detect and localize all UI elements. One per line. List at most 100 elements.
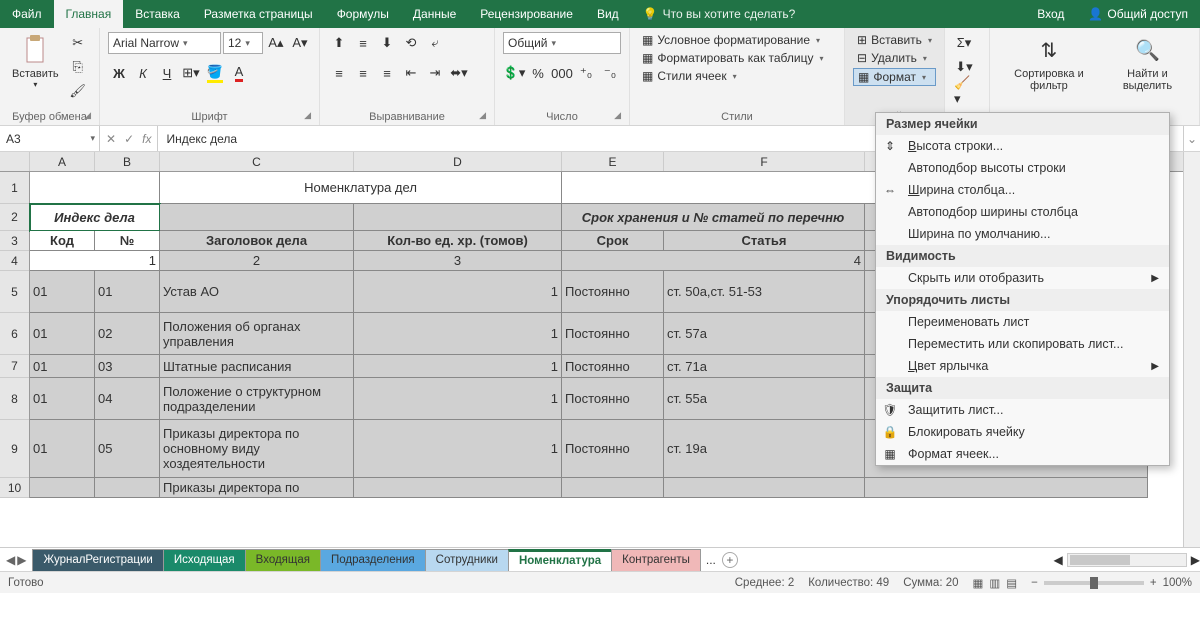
view-pagebreak-button[interactable]: ▤ bbox=[1006, 576, 1017, 590]
cell[interactable] bbox=[354, 478, 562, 498]
italic-button[interactable]: К bbox=[132, 62, 154, 84]
autosum-button[interactable]: Σ▾ bbox=[953, 32, 975, 54]
col-header[interactable]: D bbox=[354, 152, 562, 171]
menu-tab-color[interactable]: Цвет ярлычка▶ bbox=[876, 355, 1169, 377]
cell[interactable]: 1 bbox=[30, 251, 160, 271]
cell[interactable]: Приказы директора по bbox=[160, 478, 354, 498]
align-middle-button[interactable]: ≡ bbox=[352, 32, 374, 54]
hscroll-left[interactable]: ◀ bbox=[1054, 553, 1063, 567]
row-header[interactable]: 5 bbox=[0, 271, 29, 313]
cell[interactable]: Постоянно bbox=[562, 355, 664, 378]
cell[interactable]: Индекс дела bbox=[30, 204, 160, 231]
cell[interactable]: Срок хранения и № статей по перечню bbox=[562, 204, 865, 231]
signin-link[interactable]: Вход bbox=[1025, 0, 1076, 28]
cell[interactable]: Номенклатура дел bbox=[160, 172, 562, 204]
cell[interactable]: Постоянно bbox=[562, 271, 664, 313]
copy-button[interactable]: ⎘ bbox=[67, 56, 89, 78]
row-header[interactable]: 4 bbox=[0, 251, 29, 271]
launcher-icon[interactable]: ◢ bbox=[479, 110, 486, 121]
menu-format-cells[interactable]: ▦Формат ячеек... bbox=[876, 443, 1169, 465]
row-header[interactable]: 9 bbox=[0, 420, 29, 478]
orientation-button[interactable]: ⟲ bbox=[400, 32, 422, 54]
cell[interactable]: 02 bbox=[95, 313, 160, 355]
dec-decimal-button[interactable]: ⁻₀ bbox=[599, 62, 621, 84]
cell[interactable]: 2 bbox=[160, 251, 354, 271]
cell[interactable]: 01 bbox=[95, 271, 160, 313]
tab-review[interactable]: Рецензирование bbox=[468, 0, 585, 28]
zoom-out-button[interactable]: − bbox=[1031, 577, 1038, 589]
row-header[interactable]: 6 bbox=[0, 313, 29, 355]
menu-rename-sheet[interactable]: Переименовать лист bbox=[876, 311, 1169, 333]
underline-button[interactable]: Ч bbox=[156, 62, 178, 84]
tab-home[interactable]: Главная bbox=[54, 0, 124, 28]
cell[interactable]: ст. 55а bbox=[664, 378, 865, 420]
launcher-icon[interactable]: ◢ bbox=[84, 110, 91, 121]
name-box[interactable]: A3 bbox=[0, 126, 100, 151]
col-header[interactable]: C bbox=[160, 152, 354, 171]
cell[interactable] bbox=[664, 478, 865, 498]
hscroll-right[interactable]: ▶ bbox=[1191, 553, 1200, 567]
fx-icon[interactable]: fx bbox=[142, 132, 151, 146]
col-header[interactable]: E bbox=[562, 152, 664, 171]
cell[interactable]: № bbox=[95, 231, 160, 251]
percent-button[interactable]: % bbox=[527, 62, 549, 84]
cell[interactable]: 01 bbox=[30, 313, 95, 355]
col-header[interactable]: F bbox=[664, 152, 865, 171]
align-top-button[interactable]: ⬆ bbox=[328, 32, 350, 54]
merge-button[interactable]: ⬌▾ bbox=[448, 62, 470, 84]
cell[interactable] bbox=[562, 478, 664, 498]
cell[interactable]: ст. 57а bbox=[664, 313, 865, 355]
menu-default-width[interactable]: Ширина по умолчанию... bbox=[876, 223, 1169, 245]
menu-move-copy-sheet[interactable]: Переместить или скопировать лист... bbox=[876, 333, 1169, 355]
sheet-nav-prev[interactable]: ◀ bbox=[6, 553, 15, 567]
cell[interactable]: ст. 19а bbox=[664, 420, 865, 478]
vertical-scrollbar[interactable] bbox=[1183, 152, 1200, 547]
sheet-tab[interactable]: ЖурналРегистрации bbox=[32, 549, 163, 571]
cell[interactable]: 03 bbox=[95, 355, 160, 378]
cell[interactable]: Статья bbox=[664, 231, 865, 251]
align-right-button[interactable]: ≡ bbox=[376, 62, 398, 84]
tell-me[interactable]: 💡Что вы хотите сделать? bbox=[631, 0, 808, 28]
cell[interactable]: 1 bbox=[354, 420, 562, 478]
cell[interactable]: 1 bbox=[354, 378, 562, 420]
menu-hide-unhide[interactable]: Скрыть или отобразить▶ bbox=[876, 267, 1169, 289]
currency-button[interactable]: 💲▾ bbox=[503, 62, 525, 84]
cell[interactable]: 01 bbox=[30, 378, 95, 420]
increase-font-button[interactable]: A▴ bbox=[265, 32, 287, 54]
launcher-icon[interactable]: ◢ bbox=[304, 110, 311, 121]
menu-row-height[interactable]: ⇕Высота строки... bbox=[876, 135, 1169, 157]
col-header[interactable]: A bbox=[30, 152, 95, 171]
tab-insert[interactable]: Вставка bbox=[123, 0, 192, 28]
row-header[interactable]: 3 bbox=[0, 231, 29, 251]
comma-button[interactable]: 000 bbox=[551, 62, 573, 84]
new-sheet-button[interactable]: + bbox=[722, 552, 738, 568]
zoom-slider[interactable] bbox=[1044, 581, 1144, 585]
indent-dec-button[interactable]: ⇤ bbox=[400, 62, 422, 84]
tab-layout[interactable]: Разметка страницы bbox=[192, 0, 325, 28]
menu-autofit-row[interactable]: Автоподбор высоты строки bbox=[876, 157, 1169, 179]
cell[interactable] bbox=[95, 478, 160, 498]
cell[interactable]: Постоянно bbox=[562, 420, 664, 478]
row-header[interactable]: 10 bbox=[0, 478, 29, 498]
sheet-tab[interactable]: Номенклатура bbox=[508, 549, 612, 571]
row-header[interactable]: 8 bbox=[0, 378, 29, 420]
select-all-corner[interactable] bbox=[0, 152, 30, 171]
bold-button[interactable]: Ж bbox=[108, 62, 130, 84]
cell[interactable]: 05 bbox=[95, 420, 160, 478]
tab-formulas[interactable]: Формулы bbox=[325, 0, 401, 28]
cell[interactable]: Штатные расписания bbox=[160, 355, 354, 378]
menu-protect-sheet[interactable]: 🛡Защитить лист... bbox=[876, 399, 1169, 421]
cell[interactable]: Положения об органах управления bbox=[160, 313, 354, 355]
cell[interactable]: 04 bbox=[95, 378, 160, 420]
cell[interactable]: Положение о структурном подразделении bbox=[160, 378, 354, 420]
font-color-button[interactable]: A bbox=[228, 62, 250, 84]
fill-color-button[interactable]: 🪣 bbox=[204, 62, 226, 84]
paste-button[interactable]: Вставить▾ bbox=[8, 32, 63, 91]
cell[interactable] bbox=[30, 478, 95, 498]
row-header[interactable]: 2 bbox=[0, 204, 29, 231]
tab-file[interactable]: Файл bbox=[0, 0, 54, 28]
indent-inc-button[interactable]: ⇥ bbox=[424, 62, 446, 84]
cell[interactable]: 01 bbox=[30, 420, 95, 478]
row-header[interactable]: 7 bbox=[0, 355, 29, 378]
cell[interactable]: 1 bbox=[354, 271, 562, 313]
